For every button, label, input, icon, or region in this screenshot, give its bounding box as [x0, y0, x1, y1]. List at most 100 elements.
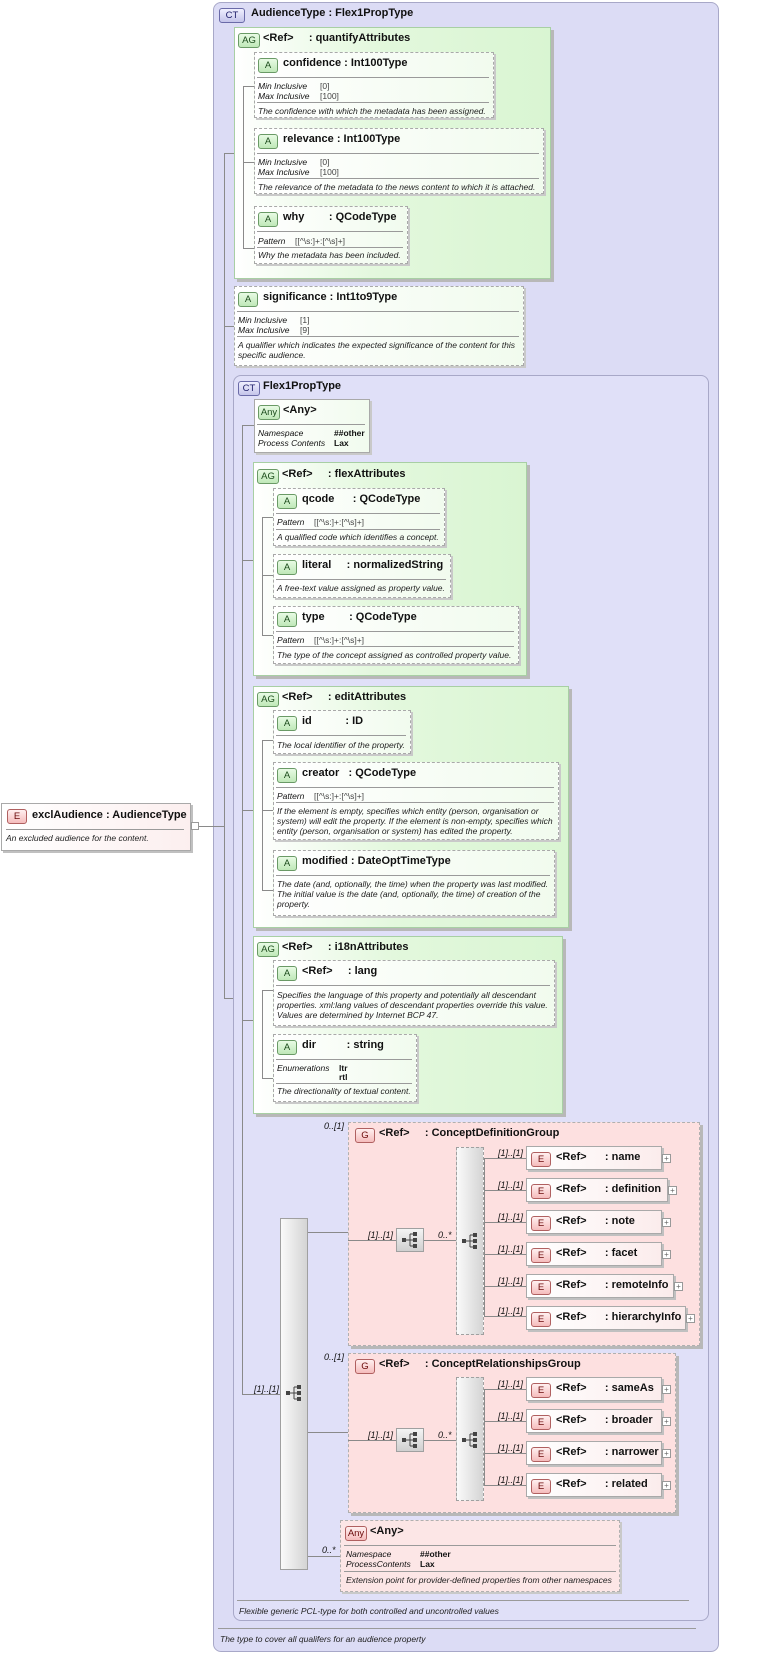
attribute-group-badge: AG: [238, 33, 260, 48]
connector: [224, 153, 225, 999]
divider: [344, 1545, 616, 1546]
group-badge: G: [355, 1359, 375, 1374]
cardinality-label: 0..*: [322, 1545, 336, 1555]
connector: [484, 1421, 526, 1422]
element-badge: E: [531, 1216, 551, 1231]
divider: [237, 311, 519, 312]
divider: [276, 1083, 412, 1084]
connector: [224, 153, 234, 154]
expand-toggle[interactable]: [191, 822, 199, 830]
facet-label: Pattern: [277, 517, 305, 527]
expand-toggle[interactable]: +: [662, 1154, 671, 1163]
attribute-badge: A: [277, 716, 297, 731]
element-badge: E: [531, 1447, 551, 1462]
cardinality-label: [1]..[1]: [498, 1306, 524, 1316]
facet-value: [9]: [300, 325, 310, 335]
why-doc: Why the metadata has been included.: [258, 250, 401, 260]
creator-doc-3: entity (person, organisation or system) …: [277, 826, 513, 836]
broader-element-title: <Ref> : broader: [556, 1414, 653, 1426]
relevance-doc: The relevance of the metadata to the new…: [258, 182, 536, 192]
facet-value: [100]: [320, 91, 339, 101]
element-badge: E: [531, 1415, 551, 1430]
expand-toggle[interactable]: +: [662, 1218, 671, 1227]
cardinality-label: [1]..[1]: [368, 1430, 394, 1440]
excl-audience-doc: An excluded audience for the content.: [6, 833, 149, 843]
facet-value: ##other: [420, 1549, 451, 1559]
flex-attributes-title: <Ref> : flexAttributes: [282, 468, 406, 480]
relevance-title: relevance : Int100Type: [283, 133, 401, 145]
connector: [243, 162, 254, 163]
connector: [484, 1389, 485, 1485]
modified-doc-2: The initial value is the date (and, opti…: [277, 889, 541, 899]
facet-value: [0]: [320, 157, 330, 167]
cardinality-label: [1]..[1]: [498, 1180, 524, 1190]
attribute-group-badge: AG: [257, 469, 279, 484]
connector: [484, 1158, 485, 1316]
connector: [243, 86, 254, 87]
expand-toggle[interactable]: +: [686, 1314, 695, 1323]
cardinality-label: [1]..[1]: [498, 1212, 524, 1222]
complex-type-badge: CT: [238, 381, 260, 396]
quantify-attributes-title: <Ref> : quantifyAttributes: [263, 32, 411, 44]
i18n-attributes-title: <Ref> : i18nAttributes: [282, 941, 409, 953]
facet-label: Namespace: [258, 428, 304, 438]
lang-doc-2: properties. xml:lang values of descendan…: [277, 1000, 548, 1010]
flex1-prop-type-doc: Flexible generic PCL-type for both contr…: [239, 1606, 499, 1616]
expand-toggle[interactable]: +: [662, 1449, 671, 1458]
modified-doc-3: property.: [277, 899, 310, 909]
attribute-badge: A: [277, 966, 297, 981]
facet-label: Process Contents: [258, 438, 326, 448]
audience-type-doc: The type to cover all qualifers for an a…: [220, 1634, 426, 1644]
facet-value: [[^\s:]+:[^\s]+]: [314, 635, 365, 645]
connector: [262, 575, 273, 576]
significance-title: significance : Int1to9Type: [263, 291, 398, 303]
divider: [257, 231, 403, 232]
divider: [276, 579, 446, 580]
attribute-badge: A: [277, 1040, 297, 1055]
facet-label: Namespace: [346, 1549, 392, 1559]
connector: [424, 1240, 456, 1241]
expand-toggle[interactable]: +: [662, 1417, 671, 1426]
divider: [276, 802, 554, 803]
why-title: why : QCodeType: [283, 211, 397, 223]
attribute-group-badge: AG: [257, 942, 279, 957]
concept-definition-group-title: <Ref> : ConceptDefinitionGroup: [379, 1127, 560, 1139]
creator-title: creator : QCodeType: [302, 767, 417, 779]
expand-toggle[interactable]: +: [674, 1282, 683, 1291]
expand-toggle[interactable]: +: [662, 1385, 671, 1394]
element-badge: E: [531, 1280, 551, 1295]
cardinality-label: 0..*: [438, 1430, 452, 1440]
divider: [276, 875, 550, 876]
connector: [262, 740, 273, 741]
connector: [484, 1453, 526, 1454]
complex-type-badge: CT: [219, 8, 245, 23]
facet-value: Lax: [420, 1559, 435, 1569]
connector: [197, 826, 225, 827]
connector: [243, 248, 254, 249]
type-title: type : QCodeType: [302, 611, 417, 623]
qcode-doc: A qualified code which identifies a conc…: [277, 532, 439, 542]
divider: [276, 735, 406, 736]
attribute-badge: A: [258, 134, 278, 149]
cardinality-label: [1]..[1]: [368, 1230, 394, 1240]
cardinality-label: [1]..[1]: [498, 1148, 524, 1158]
expand-toggle[interactable]: +: [662, 1481, 671, 1490]
id-doc: The local identifier of the property.: [277, 740, 405, 750]
audience-type-title: AudienceType : Flex1PropType: [251, 7, 414, 19]
concept-relationships-group-title: <Ref> : ConceptRelationshipsGroup: [379, 1358, 581, 1370]
literal-title: literal : normalizedString: [302, 559, 444, 571]
element-badge: E: [531, 1248, 551, 1263]
connector: [484, 1222, 526, 1223]
divider: [276, 513, 440, 514]
element-badge: E: [7, 809, 27, 824]
connector: [224, 326, 234, 327]
expand-toggle[interactable]: +: [668, 1186, 677, 1195]
connector: [484, 1190, 526, 1191]
same-as-element-title: <Ref> : sameAs: [556, 1382, 654, 1394]
group-badge: G: [355, 1128, 375, 1143]
divider: [276, 646, 514, 647]
expand-toggle[interactable]: +: [662, 1250, 671, 1259]
edit-attributes-title: <Ref> : editAttributes: [282, 691, 407, 703]
excl-audience-title: exclAudience : AudienceType: [32, 809, 187, 821]
connector: [262, 890, 273, 891]
